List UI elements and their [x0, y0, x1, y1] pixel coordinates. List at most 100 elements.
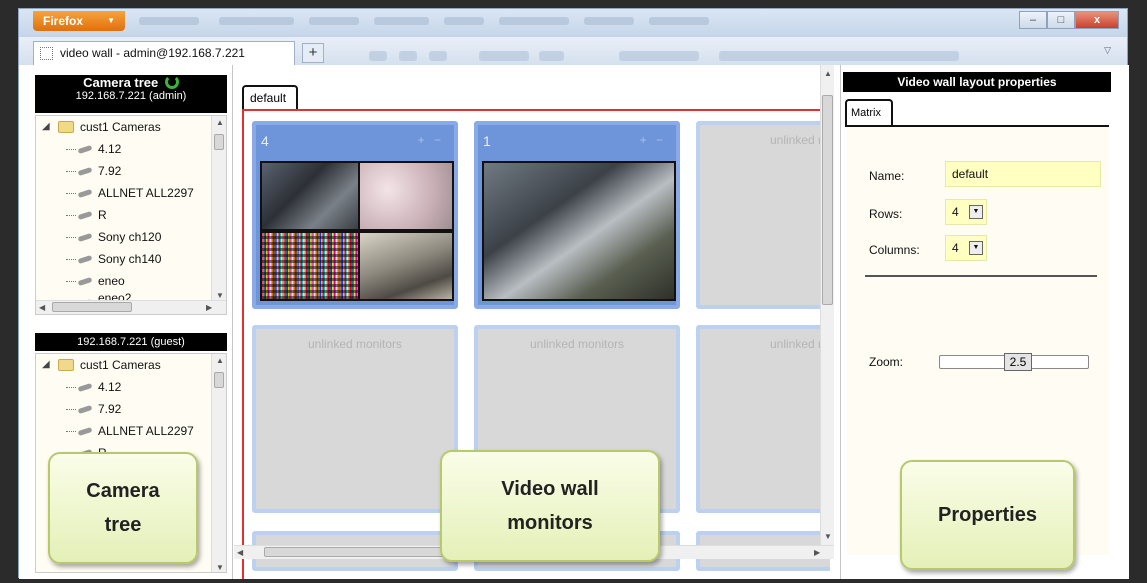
chevron-down-icon[interactable]: ▼	[969, 241, 983, 255]
tree-folder[interactable]: ◢ cust1 Cameras	[36, 354, 226, 376]
columns-label: Columns:	[869, 243, 920, 257]
camera-tree-server-guest: 192.168.7.221 (guest)	[77, 336, 185, 348]
blurred-bookmark[interactable]	[499, 17, 569, 25]
refresh-icon[interactable]	[164, 75, 179, 89]
wall-vertical-scrollbar[interactable]: ▲ ▼	[820, 65, 834, 545]
monitor-unlinked-label: unlinked monitors	[307, 337, 403, 351]
camera-feed[interactable]	[358, 161, 454, 231]
blurred-toolbar-icon[interactable]	[399, 51, 417, 61]
camera-icon	[77, 210, 93, 221]
rows-label: Rows:	[869, 207, 903, 221]
firefox-menu-label: Firefox	[43, 14, 84, 28]
monitor-unlinked[interactable]: unlinked m	[696, 325, 830, 513]
maximize-button[interactable]: □	[1047, 11, 1075, 29]
blurred-bookmark[interactable]	[649, 17, 709, 25]
tree-camera[interactable]: eneo	[36, 270, 226, 292]
callout-camera-tree-line2: tree	[104, 514, 142, 536]
tree-vertical-scrollbar[interactable]: ▲ ▼	[211, 116, 226, 302]
new-tab-button[interactable]: +	[302, 43, 324, 63]
rows-value: 4	[952, 205, 959, 219]
blurred-toolbar-icon[interactable]	[539, 51, 564, 61]
camera-tree-server-admin: 192.168.7.221 (admin)	[75, 90, 187, 102]
blurred-bookmark[interactable]	[309, 17, 359, 25]
blurred-toolbar-icon[interactable]	[619, 51, 699, 61]
tree-camera[interactable]: 7.92	[36, 160, 226, 182]
callout-video-wall: Video wall monitors	[440, 450, 660, 562]
callout-camera-tree: Camera tree	[48, 452, 198, 564]
collapse-icon[interactable]: ◢	[42, 354, 50, 376]
zoom-slider[interactable]: 2.5	[939, 353, 1089, 371]
tree-horizontal-scrollbar[interactable]: ◀ ▶	[36, 300, 226, 314]
tree-camera[interactable]: 4.12	[36, 376, 226, 398]
blurred-toolbar-icon[interactable]	[479, 51, 529, 61]
tree-camera[interactable]: Sony ch120	[36, 226, 226, 248]
blurred-bookmark[interactable]	[219, 17, 294, 25]
blurred-toolbar-icon[interactable]	[369, 51, 387, 61]
blurred-toolbar-text[interactable]	[719, 51, 959, 61]
monitor-unlinked[interactable]: unlinked monitors	[252, 325, 458, 513]
tree-camera-label: eneo	[98, 274, 125, 288]
tree-camera[interactable]: Sony ch140	[36, 248, 226, 270]
tree-camera-label: 7.92	[98, 402, 122, 416]
chevron-down-icon[interactable]: ▼	[969, 205, 983, 219]
camera-feed[interactable]	[482, 161, 676, 301]
tree-camera[interactable]: ALLNET ALL2297	[36, 182, 226, 204]
callout-camera-tree-line1: Camera	[86, 480, 160, 502]
divider	[865, 275, 1097, 277]
tree-camera-label: ALLNET ALL2297	[98, 424, 194, 438]
browser-tab-video-wall[interactable]: video wall - admin@192.168.7.221	[33, 41, 295, 65]
firefox-menu-button[interactable]: Firefox ▼	[33, 11, 125, 31]
camera-icon	[77, 426, 93, 437]
blurred-bookmark[interactable]	[584, 17, 634, 25]
tree-vertical-scrollbar[interactable]: ▲ ▼	[211, 354, 226, 572]
camera-icon	[77, 276, 93, 287]
rows-select[interactable]: 4 ▼	[945, 199, 987, 225]
collapse-icon[interactable]: ◢	[42, 116, 50, 138]
camera-feed[interactable]	[260, 161, 360, 231]
minimize-button[interactable]: –	[1019, 11, 1047, 29]
camera-icon	[77, 188, 93, 199]
tab-default[interactable]: default	[242, 85, 298, 111]
blurred-toolbar-icon[interactable]	[429, 51, 447, 61]
camera-tree-header: Camera tree 192.168.7.221 (admin)	[35, 75, 227, 113]
monitor-linked[interactable]: 4 + −	[252, 121, 458, 309]
properties-header: Video wall layout properties	[843, 72, 1111, 92]
callout-properties: Properties	[900, 460, 1075, 570]
camera-icon	[77, 404, 93, 415]
tree-camera[interactable]: R	[36, 204, 226, 226]
camera-tree-title: Camera tree	[83, 75, 159, 90]
tree-camera[interactable]: 7.92	[36, 398, 226, 420]
callout-video-wall-line1: Video wall	[501, 478, 599, 500]
tree-camera[interactable]: 4.12	[36, 138, 226, 160]
camera-tree-header-guest: 192.168.7.221 (guest)	[35, 333, 227, 351]
tree-camera[interactable]: ALLNET ALL2297	[36, 420, 226, 442]
monitor-zoom-controls[interactable]: + −	[640, 133, 666, 147]
blurred-bookmark[interactable]	[374, 17, 429, 25]
monitor-number: 4	[261, 133, 269, 149]
monitor-linked[interactable]: 1 + −	[474, 121, 680, 309]
tree-folder[interactable]: ◢ cust1 Cameras	[36, 116, 226, 138]
zoom-label: Zoom:	[869, 355, 904, 369]
tree-camera-label: 7.92	[98, 164, 122, 178]
monitor-unlinked[interactable]: unlinked m	[696, 121, 830, 309]
monitor-zoom-controls[interactable]: + −	[418, 133, 444, 147]
tab-list-icon[interactable]: ▽	[1104, 45, 1111, 56]
zoom-slider-handle[interactable]: 2.5	[1004, 353, 1032, 371]
columns-select[interactable]: 4 ▼	[945, 235, 987, 261]
name-label: Name:	[869, 169, 905, 183]
camera-feed[interactable]	[358, 231, 454, 301]
name-input[interactable]: default	[945, 161, 1101, 187]
blurred-bookmark[interactable]	[139, 17, 199, 25]
blurred-bookmark[interactable]	[444, 17, 484, 25]
page-icon	[40, 47, 53, 60]
camera-icon	[77, 166, 93, 177]
callout-video-wall-line2: monitors	[507, 512, 593, 534]
monitor-number: 1	[483, 133, 491, 149]
close-button[interactable]: x	[1075, 11, 1119, 29]
tree-folder-label: cust1 Cameras	[80, 120, 161, 134]
monitor-unlinked-label: unlinked monitors	[529, 337, 625, 351]
tab-matrix[interactable]: Matrix	[845, 99, 893, 127]
camera-feed[interactable]	[260, 231, 360, 301]
tree-camera-label: 4.12	[98, 380, 122, 394]
tree-camera-label: Sony ch120	[98, 230, 162, 244]
